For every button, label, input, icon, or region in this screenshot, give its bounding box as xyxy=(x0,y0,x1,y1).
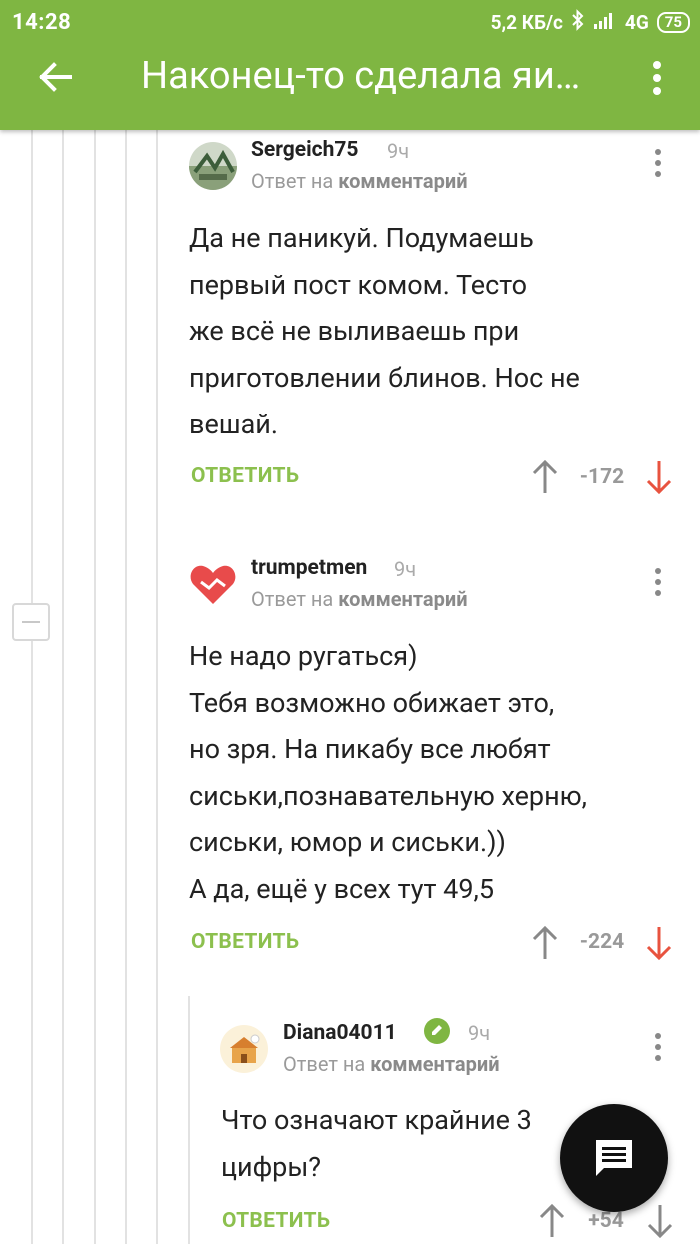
arrow-up-icon[interactable] xyxy=(530,925,560,961)
comment-author[interactable]: Diana04011 xyxy=(283,1021,397,1045)
arrow-left-icon xyxy=(39,62,72,92)
network-type: 4G xyxy=(624,11,649,34)
reply-to-link[interactable]: Ответ на комментарий xyxy=(283,1052,500,1076)
reply-to-link[interactable]: Ответ на комментарий xyxy=(251,587,468,611)
comment-rating: +54 xyxy=(588,1209,624,1233)
reply-button[interactable]: ОТВЕТИТЬ xyxy=(191,930,299,954)
status-indicators: 5,2 КБ/с 4G 75 xyxy=(491,9,690,36)
comment-menu-button[interactable] xyxy=(648,143,668,183)
reply-to-target: комментарий xyxy=(370,1052,500,1076)
comment-menu-button[interactable] xyxy=(648,562,668,602)
status-bar: 14:28 5,2 КБ/с 4G 75 xyxy=(0,0,700,46)
battery-level: 75 xyxy=(664,13,682,31)
status-time: 14:28 xyxy=(12,10,72,35)
comment-age: 9ч xyxy=(468,1021,491,1045)
app-bar: 14:28 5,2 КБ/с 4G 75 Наконец-то сделала … xyxy=(0,0,700,130)
avatar[interactable] xyxy=(220,1025,268,1073)
arrow-down-icon[interactable] xyxy=(645,1203,675,1239)
comment-menu-button[interactable] xyxy=(648,1027,668,1067)
comment-rating: -224 xyxy=(579,930,625,954)
reply-to-prefix: Ответ на xyxy=(251,169,334,193)
battery-icon: 75 xyxy=(656,12,690,33)
verified-icon xyxy=(424,1018,450,1044)
network-speed: 5,2 КБ/с xyxy=(490,11,563,34)
back-button[interactable] xyxy=(30,52,80,102)
signal-icon xyxy=(593,10,617,35)
thread-line xyxy=(188,996,190,1244)
thread-line xyxy=(125,130,127,1244)
comment-icon xyxy=(596,1140,632,1176)
avatar[interactable] xyxy=(189,560,237,608)
avatar[interactable] xyxy=(189,142,237,190)
reply-button[interactable]: ОТВЕТИТЬ xyxy=(191,464,299,488)
collapse-thread-button[interactable] xyxy=(12,603,50,641)
overflow-menu-button[interactable] xyxy=(640,54,674,102)
bluetooth-icon xyxy=(571,9,585,36)
comment-text: Не надо ругаться) Тебя возможно обижает … xyxy=(189,640,587,905)
reply-to-prefix: Ответ на xyxy=(251,587,334,611)
reply-to-link[interactable]: Ответ на комментарий xyxy=(251,169,468,193)
thread-line xyxy=(31,130,33,1244)
comment-author[interactable]: trumpetmen xyxy=(251,556,367,580)
thread-line xyxy=(94,130,96,1244)
thread-line xyxy=(156,130,158,1244)
page-title: Наконец-то сделала яи… xyxy=(141,54,581,98)
minus-icon xyxy=(22,621,40,623)
arrow-up-icon[interactable] xyxy=(537,1203,567,1239)
arrow-down-icon[interactable] xyxy=(644,925,674,961)
comment-rating: -172 xyxy=(579,465,625,489)
comment-text: Да не паникуй. Подумаешь первый пост ком… xyxy=(189,222,580,440)
comment-author[interactable]: Sergeich75 xyxy=(251,138,358,162)
reply-to-target: комментарий xyxy=(338,169,468,193)
more-vert-icon xyxy=(653,61,661,95)
reply-button[interactable]: ОТВЕТИТЬ xyxy=(222,1209,330,1233)
comment-age: 9ч xyxy=(387,139,410,163)
reply-to-target: комментарий xyxy=(338,587,468,611)
arrow-up-icon[interactable] xyxy=(530,459,560,495)
write-comment-button[interactable] xyxy=(560,1104,668,1212)
reply-to-prefix: Ответ на xyxy=(283,1052,366,1076)
thread-line xyxy=(62,130,64,1244)
comment-age: 9ч xyxy=(394,557,417,581)
arrow-down-icon[interactable] xyxy=(644,459,674,495)
